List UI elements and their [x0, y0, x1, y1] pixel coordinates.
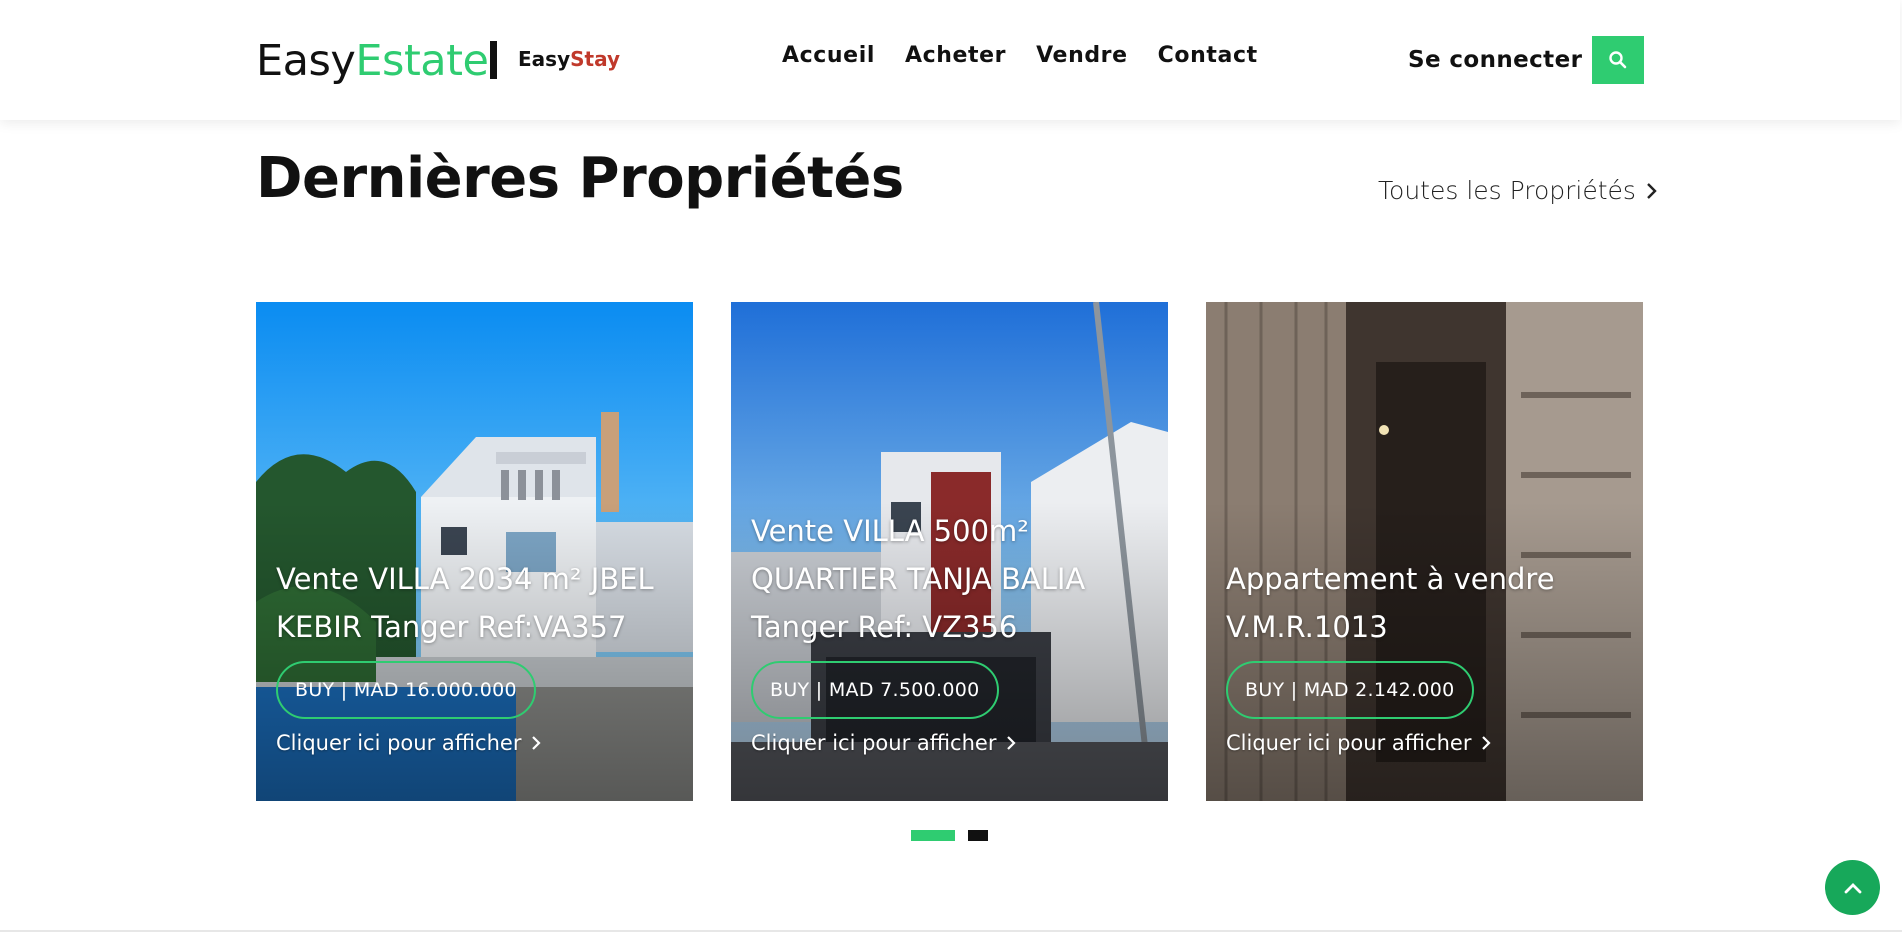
view-link-label: Cliquer ici pour afficher: [1226, 731, 1472, 755]
card-title-line: Vente VILLA 500m²: [751, 514, 1029, 548]
login-link[interactable]: Se connecter: [1408, 46, 1582, 74]
property-card[interactable]: Appartement à vendre V.M.R.1013 BUY | MA…: [1206, 302, 1643, 801]
card-title[interactable]: Vente VILLA 500m² QUARTIER TANJA BALIA T…: [751, 507, 1148, 651]
property-card[interactable]: Vente VILLA 2034 m² JBEL KEBIR Tanger Re…: [256, 302, 693, 801]
card-title-line: V.M.R.1013: [1226, 610, 1388, 644]
site-logo[interactable]: EasyEstate: [256, 36, 489, 86]
logo-part-1: Easy: [256, 36, 356, 86]
chevron-right-icon: [1482, 736, 1492, 750]
chevron-right-icon: [1647, 183, 1657, 199]
chevron-right-icon: [1007, 736, 1017, 750]
card-title-line: Vente VILLA 2034 m² JBEL: [276, 562, 654, 596]
view-link-label: Cliquer ici pour afficher: [276, 731, 522, 755]
nav-accueil[interactable]: Accueil: [782, 42, 875, 70]
card-content: Vente VILLA 2034 m² JBEL KEBIR Tanger Re…: [276, 555, 673, 757]
site-header: EasyEstate EasyStay Accueil Acheter Vend…: [0, 0, 1900, 120]
nav-vendre[interactable]: Vendre: [1036, 42, 1128, 70]
carousel-dot-2[interactable]: [968, 830, 988, 841]
search-icon: [1609, 51, 1627, 69]
sub-logo-part-2: Stay: [570, 47, 620, 71]
section-title: Dernières Propriétés: [256, 146, 904, 211]
view-link-label: Cliquer ici pour afficher: [751, 731, 997, 755]
card-title-line: Tanger Ref: VZ356: [751, 610, 1018, 644]
price-badge[interactable]: BUY | MAD 16.000.000: [276, 661, 536, 719]
chevron-right-icon: [532, 736, 542, 750]
property-card[interactable]: Vente VILLA 500m² QUARTIER TANJA BALIA T…: [731, 302, 1168, 801]
view-property-link[interactable]: Cliquer ici pour afficher: [276, 729, 673, 757]
easystay-logo[interactable]: EasyStay: [518, 47, 620, 71]
view-property-link[interactable]: Cliquer ici pour afficher: [1226, 729, 1623, 757]
back-to-top-button[interactable]: [1825, 860, 1880, 915]
chevron-up-icon: [1844, 882, 1861, 893]
view-property-link[interactable]: Cliquer ici pour afficher: [751, 729, 1148, 757]
card-title-line: Appartement à vendre: [1226, 562, 1555, 596]
search-button[interactable]: [1592, 36, 1644, 84]
logo-part-2: Estate: [355, 36, 489, 86]
card-title[interactable]: Vente VILLA 2034 m² JBEL KEBIR Tanger Re…: [276, 555, 673, 651]
sub-logo-part-1: Easy: [518, 47, 571, 71]
price-badge[interactable]: BUY | MAD 7.500.000: [751, 661, 999, 719]
nav-contact[interactable]: Contact: [1158, 42, 1258, 70]
card-title-line: KEBIR Tanger Ref:VA357: [276, 610, 627, 644]
card-content: Appartement à vendre V.M.R.1013 BUY | MA…: [1226, 555, 1623, 757]
price-badge[interactable]: BUY | MAD 2.142.000: [1226, 661, 1474, 719]
logo-divider: [490, 41, 497, 79]
main-nav: Accueil Acheter Vendre Contact: [782, 42, 1258, 70]
all-properties-link[interactable]: Toutes les Propriétés: [1378, 176, 1658, 206]
nav-acheter[interactable]: Acheter: [905, 42, 1006, 70]
card-title[interactable]: Appartement à vendre V.M.R.1013: [1226, 555, 1623, 651]
all-properties-label: Toutes les Propriétés: [1378, 176, 1636, 205]
card-title-line: QUARTIER TANJA BALIA: [751, 562, 1086, 596]
carousel-dot-1-active[interactable]: [911, 830, 955, 841]
card-content: Vente VILLA 500m² QUARTIER TANJA BALIA T…: [751, 507, 1148, 757]
